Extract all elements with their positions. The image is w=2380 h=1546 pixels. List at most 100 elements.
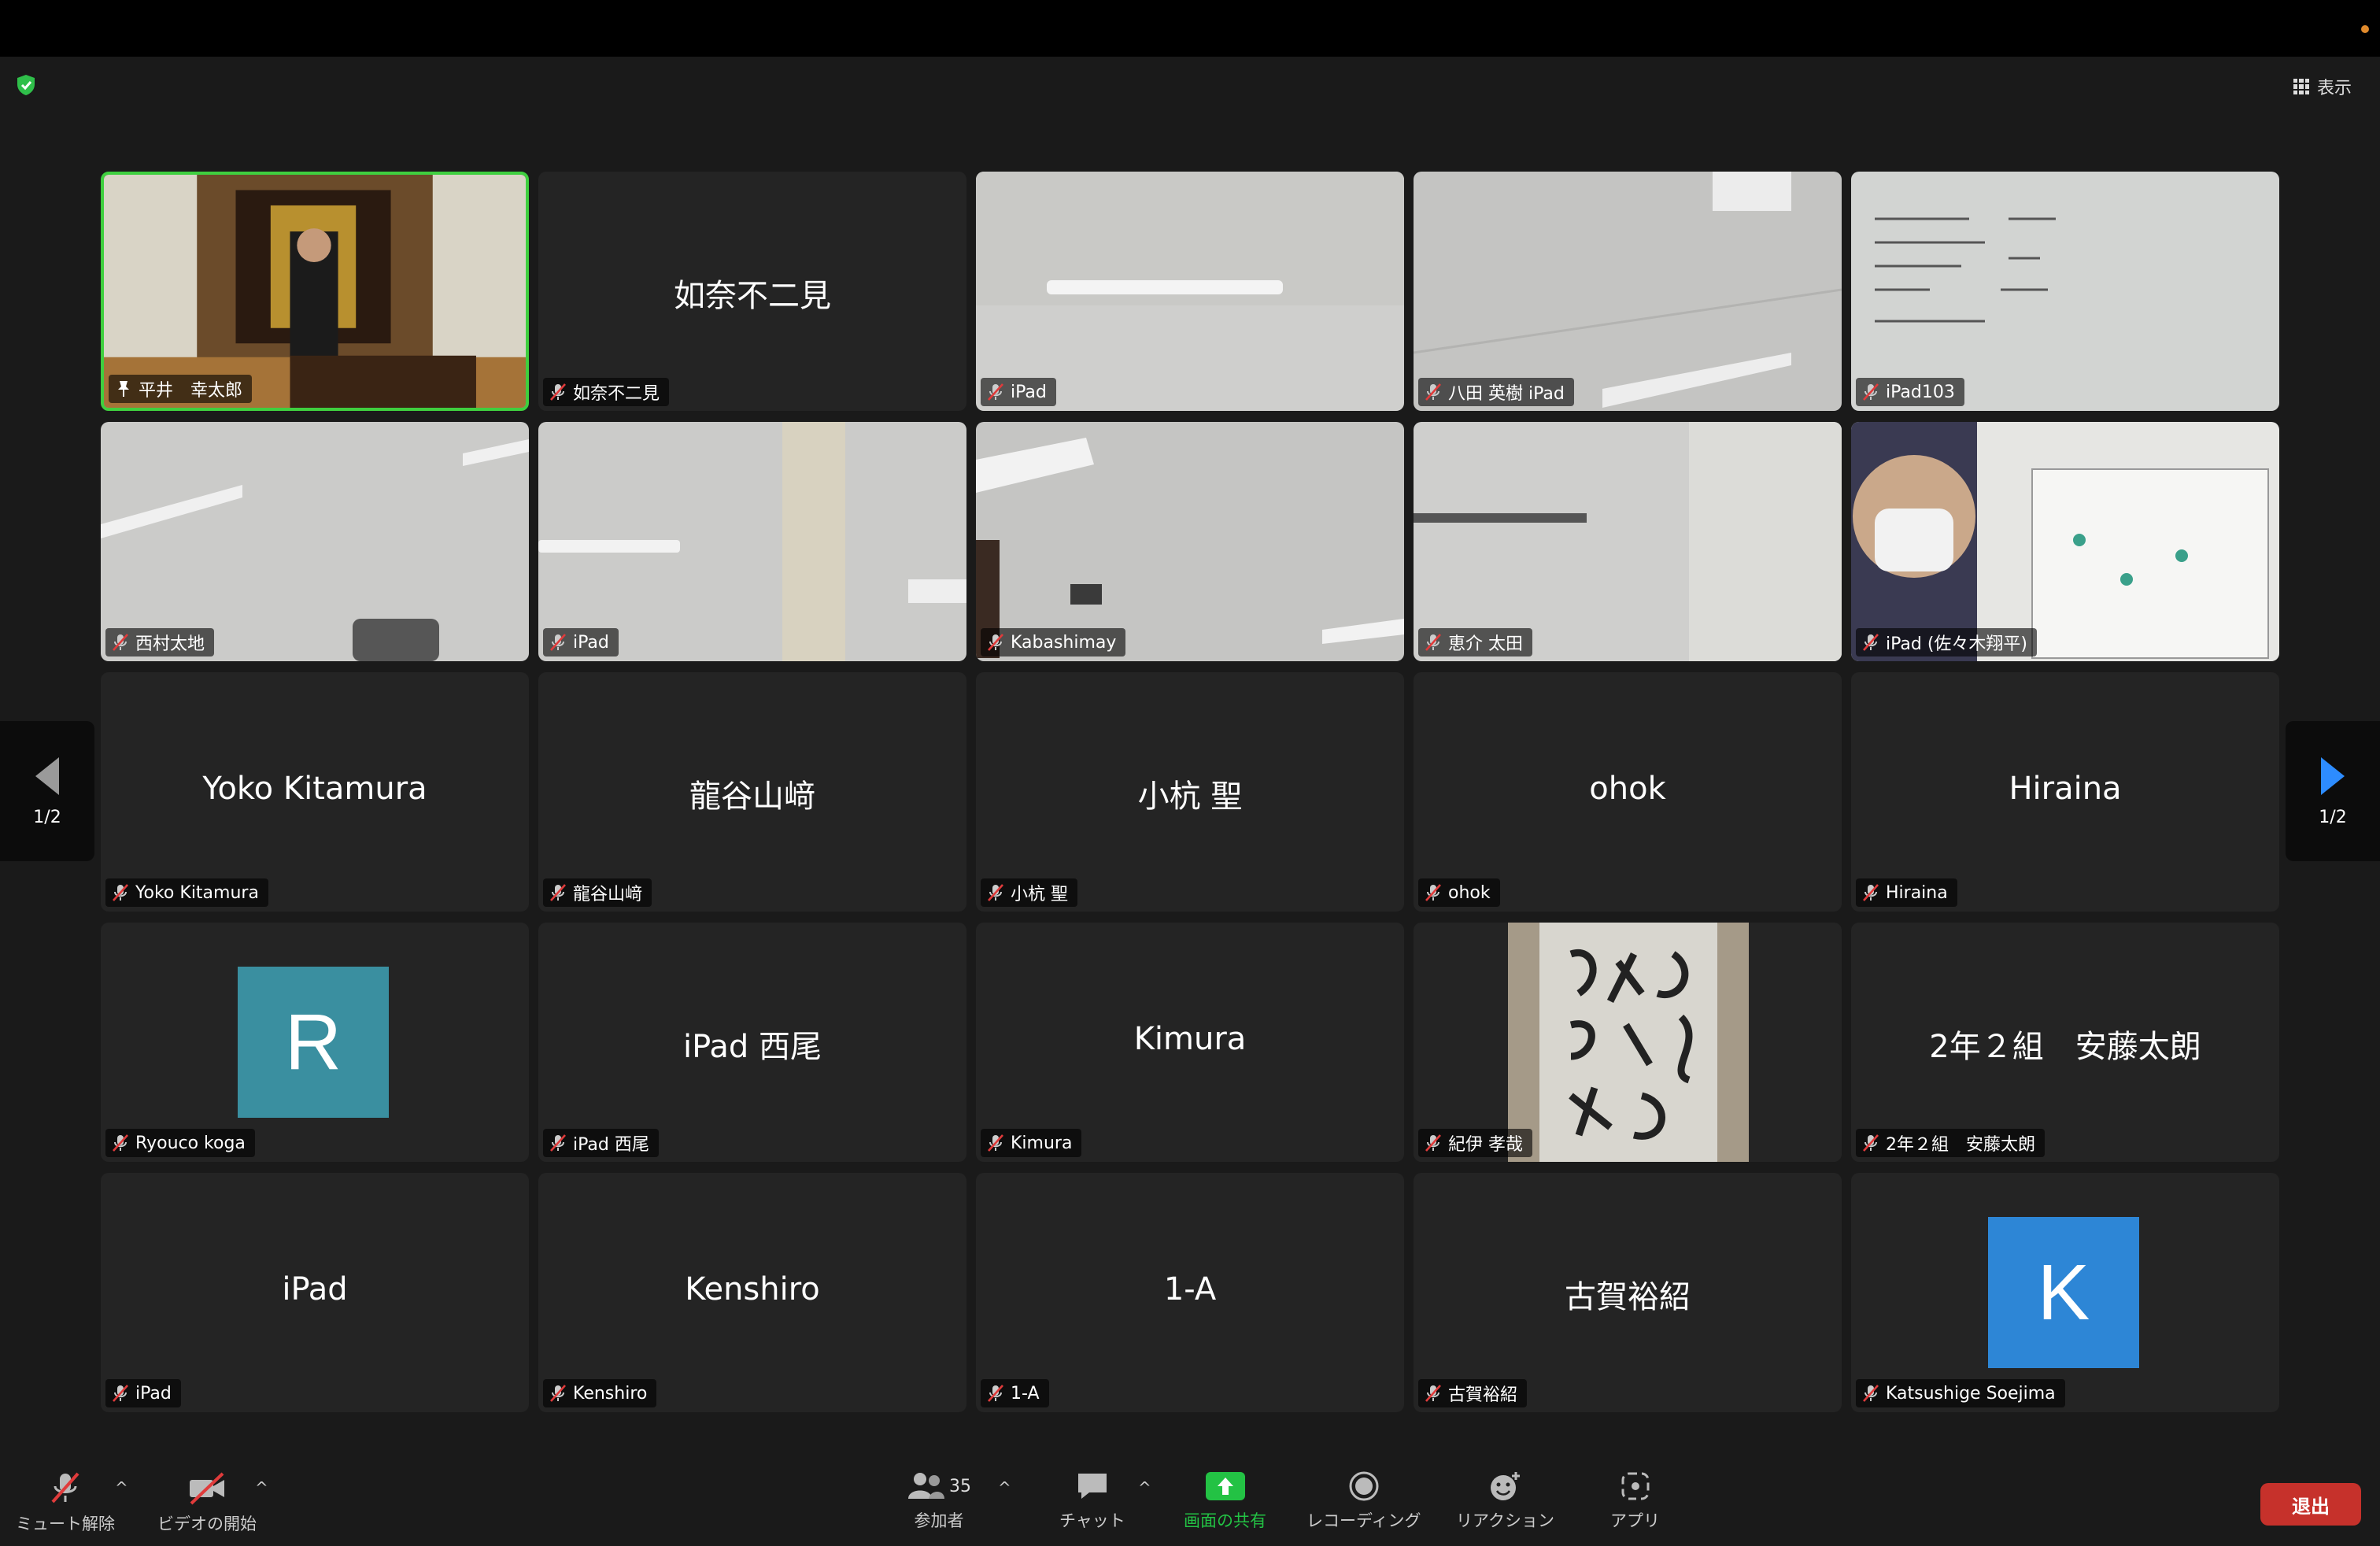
video-feed	[538, 422, 966, 661]
smiley-reaction-icon	[1491, 1472, 1521, 1500]
participant-display-name: 小杭 聖	[1137, 779, 1243, 815]
grid-view-icon	[2293, 79, 2309, 94]
participant-name: 小杭 聖	[1011, 885, 1068, 904]
participant-tile[interactable]: iPad103	[1851, 172, 2279, 411]
participant-tile[interactable]: Kabashimay	[976, 422, 1404, 661]
participant-name-tag: 小杭 聖	[981, 878, 1077, 907]
record-label: レコーディング	[1306, 1511, 1421, 1530]
participant-tile[interactable]: 恵介 太田	[1414, 422, 1842, 661]
participant-name: 1-A	[1011, 1383, 1040, 1404]
participant-tile[interactable]: 西村太地	[101, 422, 529, 661]
microphone-muted-icon	[550, 1385, 566, 1402]
participant-tile[interactable]: R Ryouco koga	[101, 923, 529, 1162]
microphone-muted-icon	[1863, 1385, 1879, 1402]
next-page-button[interactable]: 1/2	[2286, 721, 2380, 861]
participant-name-tag: Katsushige Soejima	[1856, 1379, 2065, 1407]
record-icon	[1349, 1471, 1379, 1501]
participant-tile[interactable]: iPad 西尾 iPad 西尾	[538, 923, 966, 1162]
apps-button[interactable]: アプリ	[1610, 1470, 1660, 1532]
participant-name-tag: iPad	[981, 378, 1056, 406]
page-indicator-right: 1/2	[2319, 807, 2347, 827]
participant-name-tag: iPad	[543, 628, 619, 656]
microphone-muted-icon	[988, 634, 1003, 651]
participant-tile[interactable]: iPad (佐々木翔平)	[1851, 422, 2279, 661]
participant-name: Yoko Kitamura	[135, 882, 259, 903]
reactions-button[interactable]: リアクション	[1456, 1470, 1554, 1532]
apps-icon	[1621, 1472, 1649, 1500]
participant-name: 龍谷山﨑	[573, 885, 643, 904]
participant-display-name: ohok	[1589, 771, 1666, 807]
participant-tile[interactable]: 平井 幸太郎	[101, 172, 529, 411]
audio-options-caret[interactable]: ^	[115, 1478, 128, 1497]
participant-tile[interactable]: 1-A 1-A	[976, 1173, 1404, 1412]
participant-count: 35	[949, 1476, 971, 1496]
page-indicator-left: 1/2	[33, 807, 61, 827]
participant-name-tag: 平井 幸太郎	[109, 375, 253, 403]
microphone-muted-icon	[550, 634, 566, 651]
leave-button[interactable]: 退出	[2260, 1483, 2361, 1526]
participants-icon	[908, 1473, 944, 1499]
record-button[interactable]: レコーディング	[1306, 1470, 1421, 1532]
participant-display-name: Kenshiro	[685, 1271, 820, 1307]
participant-name: ohok	[1448, 882, 1491, 903]
participant-tile[interactable]: iPad	[976, 172, 1404, 411]
participant-tile[interactable]: 八田 英樹 iPad	[1414, 172, 1842, 411]
participant-name: iPad 西尾	[573, 1135, 649, 1155]
chat-bubble-icon	[1077, 1474, 1107, 1499]
microphone-muted-icon	[550, 1134, 566, 1152]
participant-name-tag: 八田 英樹 iPad	[1418, 378, 1574, 406]
participant-tile[interactable]: Hiraina Hiraina	[1851, 672, 2279, 912]
video-feed	[1851, 422, 2279, 661]
chat-label: チャット	[1059, 1511, 1125, 1530]
view-button[interactable]: 表示	[2293, 74, 2352, 99]
participant-tile[interactable]: 龍谷山﨑 龍谷山﨑	[538, 672, 966, 912]
participant-tile[interactable]: 如奈不二見 如奈不二見	[538, 172, 966, 411]
microphone-muted-icon	[988, 884, 1003, 901]
participant-name: Kenshiro	[573, 1383, 648, 1404]
participant-display-name: Kimura	[1133, 1021, 1247, 1057]
microphone-muted-icon	[988, 383, 1003, 401]
meeting-toolbar: ミュート解除 ^ ビデオの開始 ^ 35 参加者 ^ チャット ^ 画面の共有 …	[0, 1461, 2380, 1546]
participant-tile[interactable]: Kimura Kimura	[976, 923, 1404, 1162]
previous-page-button[interactable]: 1/2	[0, 721, 94, 861]
participant-name: Ryouco koga	[135, 1133, 246, 1153]
participant-name-tag: Yoko Kitamura	[105, 878, 268, 907]
participant-tile[interactable]: 小杭 聖小杭 聖	[976, 672, 1404, 912]
microphone-muted-icon	[113, 1385, 128, 1402]
start-video-button[interactable]: ビデオの開始	[157, 1470, 257, 1535]
share-screen-button[interactable]: 画面の共有	[1184, 1470, 1266, 1532]
participant-name: iPad103	[1886, 382, 1955, 402]
participants-options-caret[interactable]: ^	[998, 1478, 1011, 1497]
participant-tile[interactable]: iPad	[538, 422, 966, 661]
participant-name-tag: 古賀裕紹	[1418, 1379, 1528, 1407]
participant-tile[interactable]: ohok ohok	[1414, 672, 1842, 912]
microphone-muted-icon	[113, 884, 128, 901]
participant-name-tag: 西村太地	[105, 628, 215, 656]
participant-name: Hiraina	[1886, 882, 1948, 903]
chat-button[interactable]: チャット	[1059, 1470, 1125, 1532]
video-feed	[976, 172, 1404, 411]
unmute-button[interactable]: ミュート解除	[16, 1470, 115, 1535]
participant-name-tag: 如奈不二見	[543, 378, 670, 406]
video-camera-off-icon	[190, 1472, 224, 1505]
security-shield-icon[interactable]	[16, 74, 36, 96]
video-options-caret[interactable]: ^	[255, 1478, 268, 1497]
microphone-muted-icon	[113, 1134, 128, 1152]
chat-options-caret[interactable]: ^	[1138, 1478, 1151, 1497]
window-top-bar	[0, 0, 2380, 57]
participant-tile[interactable]: iPad iPad	[101, 1173, 529, 1412]
microphone-muted-icon	[51, 1472, 79, 1503]
participant-tile[interactable]: 2年２組 安藤太朗 2年２組 安藤太朗	[1851, 923, 2279, 1162]
participant-tile[interactable]: Kenshiro Kenshiro	[538, 1173, 966, 1412]
participant-tile[interactable]: 紀伊 孝哉	[1414, 923, 1842, 1162]
microphone-muted-icon	[1425, 1385, 1441, 1402]
participant-tile[interactable]: 古賀裕紹 古賀裕紹	[1414, 1173, 1842, 1412]
participants-label: 参加者	[914, 1511, 964, 1530]
reactions-label: リアクション	[1456, 1511, 1554, 1530]
participant-name: 古賀裕紹	[1448, 1385, 1518, 1405]
apps-label: アプリ	[1610, 1511, 1660, 1530]
participant-tile[interactable]: K Katsushige Soejima	[1851, 1173, 2279, 1412]
participants-button[interactable]: 35 参加者	[907, 1470, 971, 1532]
participant-name-tag: 龍谷山﨑	[543, 878, 652, 907]
participant-tile[interactable]: Yoko Kitamura Yoko Kitamura	[101, 672, 529, 912]
